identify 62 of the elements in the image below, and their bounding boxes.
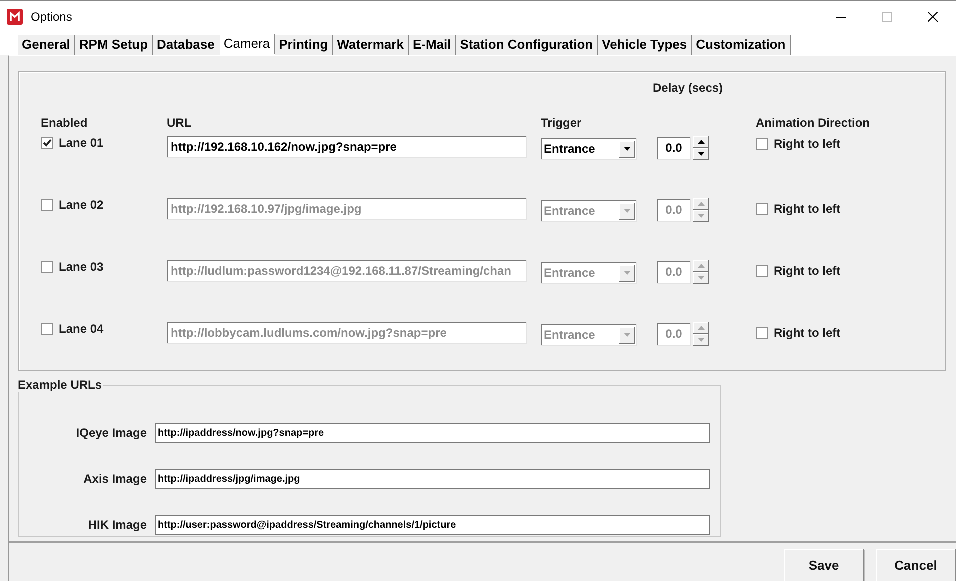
increment-button[interactable]	[693, 136, 709, 148]
lane-label: Lane 04	[59, 322, 104, 336]
direction-checkbox[interactable]	[756, 265, 768, 277]
tab[interactable]: Database	[153, 35, 220, 55]
minimize-icon	[836, 16, 846, 18]
tab[interactable]: Watermark	[333, 35, 409, 55]
tab[interactable]: General	[18, 35, 76, 55]
direction-checkbox[interactable]	[756, 327, 768, 339]
lane-checkbox[interactable]	[41, 199, 53, 211]
tab[interactable]: E-Mail	[408, 35, 456, 55]
up-arrow-icon	[698, 140, 704, 144]
up-arrow-icon	[698, 202, 704, 206]
trigger-dropdown[interactable]: Entrance	[541, 138, 637, 160]
direction-label: Right to left	[774, 264, 841, 278]
maximize-icon	[882, 12, 892, 22]
example-label: Axis Image	[82, 471, 147, 486]
direction-checkbox[interactable]	[756, 138, 768, 150]
dropdown-arrow-icon	[624, 209, 630, 213]
lane-label: Lane 02	[59, 198, 104, 212]
tab[interactable]: Station Configuration	[456, 35, 598, 55]
close-icon	[928, 12, 938, 22]
window-title: Options	[31, 10, 74, 24]
lane-checkbox[interactable]	[41, 261, 53, 273]
example-url-field[interactable]: http://ipaddress/now.jpg?snap=pre	[155, 423, 710, 443]
lane-checkbox[interactable]	[41, 137, 53, 149]
column-header: Trigger	[541, 116, 583, 132]
tab[interactable]: Printing	[275, 35, 334, 55]
delay-field[interactable]: 0.0	[657, 136, 691, 160]
column-header: Animation Direction	[756, 116, 872, 132]
app-logo-icon	[7, 9, 23, 25]
dropdown-arrow-icon	[624, 333, 630, 337]
example-label: IQeye Image	[75, 425, 147, 440]
down-arrow-icon	[698, 276, 704, 280]
example-label: HIK Image	[87, 517, 147, 532]
column-header: URL	[167, 116, 193, 132]
column-header: Enabled	[41, 116, 89, 132]
example-url-field[interactable]: http://user:password@ipaddress/Streaming/channels/1/picture	[155, 515, 710, 535]
down-arrow-icon	[698, 152, 704, 156]
down-arrow-icon	[698, 214, 704, 218]
group-title: Example URLs	[17, 378, 104, 392]
tab[interactable]: Vehicle Types	[598, 35, 692, 55]
example-url-field[interactable]: http://ipaddress/jpg/image.jpg	[155, 469, 710, 489]
lane-label: Lane 03	[59, 260, 104, 274]
direction-label: Right to left	[774, 326, 841, 340]
down-arrow-icon	[698, 338, 704, 342]
decrement-button[interactable]	[693, 148, 709, 160]
url-field[interactable]: http://192.168.10.162/now.jpg?snap=pre	[167, 136, 527, 158]
tab[interactable]: RPM Setup	[75, 35, 154, 55]
lane-label: Lane 01	[59, 136, 104, 150]
dropdown-arrow-icon	[624, 147, 630, 151]
cancel-button[interactable]: Cancel	[876, 549, 956, 581]
dropdown-arrow-icon	[624, 271, 630, 275]
column-header: Delay (secs)	[653, 80, 724, 95]
direction-checkbox[interactable]	[756, 203, 768, 215]
up-arrow-icon	[698, 264, 704, 268]
save-button[interactable]: Save	[784, 549, 864, 581]
checkmark-icon	[42, 139, 52, 147]
direction-label: Right to left	[774, 137, 841, 151]
direction-label: Right to left	[774, 202, 841, 216]
lane-checkbox[interactable]	[41, 323, 53, 335]
tab[interactable]: Customization	[692, 35, 791, 55]
up-arrow-icon	[698, 326, 704, 330]
